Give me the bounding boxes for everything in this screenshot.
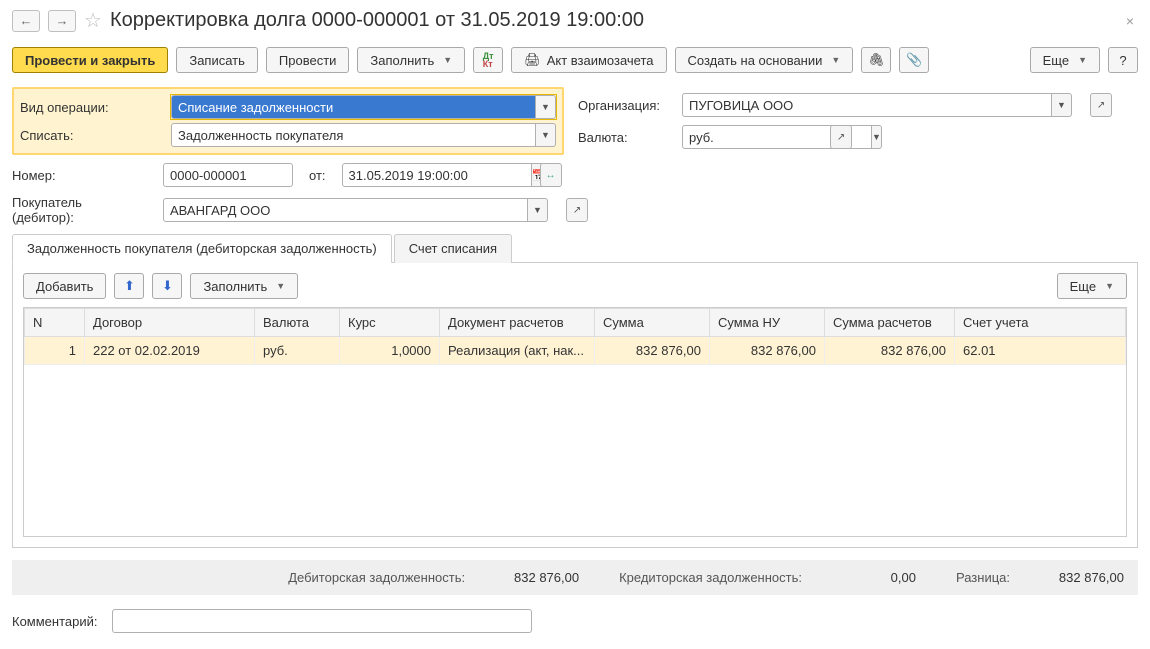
col-n[interactable]: N xyxy=(25,309,85,337)
nav-back-button[interactable]: ← xyxy=(12,10,40,32)
buyer-dropdown[interactable]: ▼ xyxy=(528,198,548,222)
move-down-button[interactable]: ⬇ xyxy=(152,273,182,299)
cell-currency[interactable]: руб. xyxy=(255,337,340,365)
add-row-button[interactable]: Добавить xyxy=(23,273,106,299)
comment-label: Комментарий: xyxy=(12,614,98,629)
currency-dropdown[interactable]: ▼ xyxy=(872,125,882,149)
col-doc[interactable]: Документ расчетов xyxy=(440,309,595,337)
col-account[interactable]: Счет учета xyxy=(955,309,1126,337)
table-row[interactable]: 1 222 от 02.02.2019 руб. 1,0000 Реализац… xyxy=(25,337,1126,365)
move-up-button[interactable]: ⬆ xyxy=(114,273,144,299)
chevron-down-icon: ▼ xyxy=(276,281,285,291)
more-label: Еще xyxy=(1043,53,1069,68)
link-icon xyxy=(868,52,885,68)
number-label: Номер: xyxy=(12,168,147,183)
comment-input[interactable] xyxy=(112,609,532,633)
summary-credit-label: Кредиторская задолженность: xyxy=(619,570,802,585)
chevron-down-icon: ▼ xyxy=(443,55,452,65)
table-more-label: Еще xyxy=(1070,279,1096,294)
tab-write-off-account[interactable]: Счет списания xyxy=(394,234,512,263)
col-sum-settle[interactable]: Сумма расчетов xyxy=(825,309,955,337)
col-rate[interactable]: Курс xyxy=(340,309,440,337)
buyer-label: Покупатель (дебитор): xyxy=(12,195,147,225)
dtkt-button[interactable]: ДтКт xyxy=(473,47,503,73)
related-button[interactable] xyxy=(861,47,891,73)
organization-input[interactable] xyxy=(682,93,1052,117)
table-fill-label: Заполнить xyxy=(203,279,267,294)
summary-credit-value: 0,00 xyxy=(826,570,916,585)
offset-act-label: Акт взаимозачета xyxy=(547,53,654,68)
nav-forward-button[interactable]: → xyxy=(48,10,76,32)
summary-debit-value: 832 876,00 xyxy=(489,570,579,585)
create-based-label: Создать на основании xyxy=(688,53,823,68)
chevron-down-icon: ▼ xyxy=(831,55,840,65)
organization-open-button[interactable]: ↗ xyxy=(1090,93,1112,117)
page-title: Корректировка долга 0000-000001 от 31.05… xyxy=(110,9,644,32)
buyer-open-button[interactable]: ↗ xyxy=(566,198,588,222)
attachments-button[interactable] xyxy=(899,47,929,73)
write-off-dropdown[interactable]: ▼ xyxy=(536,123,556,147)
dtkt-icon: ДтКт xyxy=(483,52,494,68)
debt-table: N Договор Валюта Курс Документ расчетов … xyxy=(24,308,1126,365)
offset-act-button[interactable]: Акт взаимозачета xyxy=(511,47,666,73)
write-off-label: Списать: xyxy=(20,128,155,143)
table-fill-button[interactable]: Заполнить ▼ xyxy=(190,273,298,299)
favorite-star-icon[interactable]: ☆ xyxy=(84,8,102,33)
date-action-button[interactable] xyxy=(540,163,562,187)
save-button[interactable]: Записать xyxy=(176,47,258,73)
currency-label: Валюта: xyxy=(578,130,666,145)
write-off-input[interactable] xyxy=(171,123,536,147)
number-input[interactable] xyxy=(163,163,293,187)
date-input[interactable] xyxy=(342,163,532,187)
create-based-button[interactable]: Создать на основании ▼ xyxy=(675,47,854,73)
chevron-down-icon: ▼ xyxy=(1105,281,1114,291)
operation-type-input[interactable] xyxy=(171,95,536,119)
post-button[interactable]: Провести xyxy=(266,47,350,73)
tab-debt[interactable]: Задолженность покупателя (дебиторская за… xyxy=(12,234,392,263)
summary-debit-label: Дебиторская задолженность: xyxy=(288,570,465,585)
chevron-down-icon: ▼ xyxy=(1078,55,1087,65)
more-button[interactable]: Еще ▼ xyxy=(1030,47,1100,73)
cell-account[interactable]: 62.01 xyxy=(955,337,1126,365)
cell-rate[interactable]: 1,0000 xyxy=(340,337,440,365)
cell-sum-settle[interactable]: 832 876,00 xyxy=(825,337,955,365)
organization-dropdown[interactable]: ▼ xyxy=(1052,93,1072,117)
col-currency[interactable]: Валюта xyxy=(255,309,340,337)
organization-label: Организация: xyxy=(578,98,666,113)
cell-doc[interactable]: Реализация (акт, нак... xyxy=(440,337,595,365)
fill-button[interactable]: Заполнить ▼ xyxy=(357,47,465,73)
from-label: от: xyxy=(309,168,326,183)
summary-diff-value: 832 876,00 xyxy=(1034,570,1124,585)
paperclip-icon xyxy=(906,52,922,68)
close-icon[interactable]: × xyxy=(1122,9,1138,33)
cell-contract[interactable]: 222 от 02.02.2019 xyxy=(85,337,255,365)
operation-type-dropdown[interactable]: ▼ xyxy=(536,95,556,119)
currency-open-button[interactable]: ↗ xyxy=(830,125,852,149)
cell-sum[interactable]: 832 876,00 xyxy=(595,337,710,365)
buyer-input[interactable] xyxy=(163,198,528,222)
swap-icon xyxy=(546,170,556,181)
toolbar: Провести и закрыть Записать Провести Зап… xyxy=(12,47,1138,73)
help-button[interactable]: ? xyxy=(1108,47,1138,73)
col-sum[interactable]: Сумма xyxy=(595,309,710,337)
fill-button-label: Заполнить xyxy=(370,53,434,68)
cell-sum-nu[interactable]: 832 876,00 xyxy=(710,337,825,365)
table-more-button[interactable]: Еще ▼ xyxy=(1057,273,1127,299)
summary-diff-label: Разница: xyxy=(956,570,1010,585)
cell-n[interactable]: 1 xyxy=(25,337,85,365)
post-and-close-button[interactable]: Провести и закрыть xyxy=(12,47,168,73)
summary-bar: Дебиторская задолженность: 832 876,00 Кр… xyxy=(12,560,1138,595)
operation-type-label: Вид операции: xyxy=(20,100,155,115)
printer-icon xyxy=(524,52,541,68)
col-contract[interactable]: Договор xyxy=(85,309,255,337)
col-sum-nu[interactable]: Сумма НУ xyxy=(710,309,825,337)
